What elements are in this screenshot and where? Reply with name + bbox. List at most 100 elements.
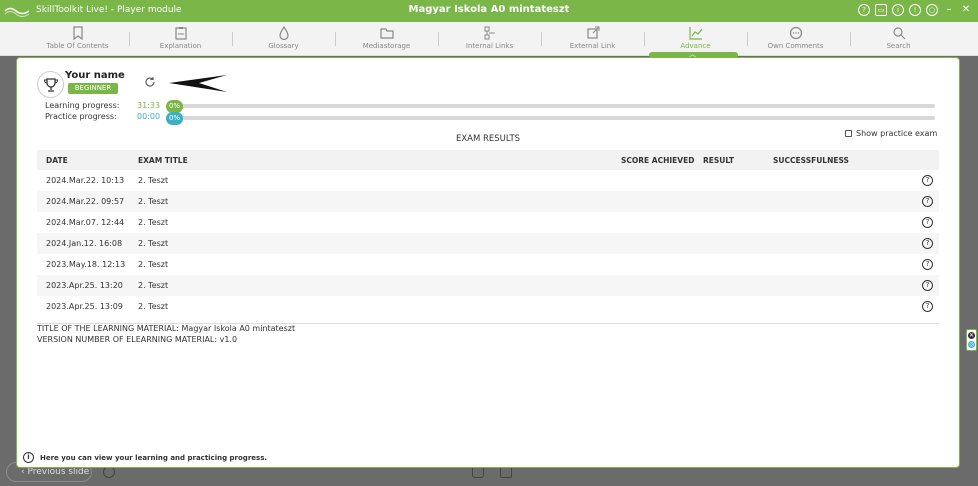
cell-score: [621, 254, 703, 275]
external-link-icon: [586, 26, 599, 39]
cell-exam-title: 2. Teszt: [138, 275, 621, 296]
cell-exam-title: 2. Teszt: [138, 218, 169, 227]
tool-explanation[interactable]: Explanation: [129, 24, 232, 50]
table-row[interactable]: 2024.Mar.22. 10:13 2. Teszt ?: [37, 170, 939, 191]
help-icon[interactable]: ?: [922, 259, 933, 270]
search-icon: [892, 27, 905, 40]
avatar: [37, 71, 64, 98]
col-exam-title[interactable]: EXAM TITLE: [138, 150, 621, 170]
cell-date: 2024.Mar.22. 10:13: [46, 176, 125, 185]
tool-label: Mediastorage: [362, 42, 411, 50]
help-icon[interactable]: ?: [922, 217, 933, 228]
cell-successfulness: [773, 191, 913, 212]
cell-score: [621, 212, 703, 233]
table-row[interactable]: 2023.Apr.25. 13:20 2. Teszt ?: [37, 275, 939, 296]
cell-result: [703, 170, 773, 191]
alert-icon[interactable]: !: [909, 4, 921, 16]
tool-label: Own Comments: [767, 42, 824, 50]
document-title: Magyar Iskola A0 mintateszt: [408, 4, 570, 15]
learning-progress-time: 31:33: [137, 101, 161, 110]
cell-score: [621, 233, 703, 254]
material-title: TITLE OF THE LEARNING MATERIAL: Magyar I…: [37, 324, 296, 333]
learning-progress-bar: [175, 104, 935, 108]
practice-progress-time: 00:00: [137, 112, 161, 121]
col-result[interactable]: RESULT: [703, 150, 773, 170]
learning-progress-label: Learning progress:: [45, 101, 120, 110]
cell-successfulness: [773, 296, 913, 317]
drop-icon: [278, 26, 289, 40]
table-header-row: DATE EXAM TITLE SCORE ACHIEVED RESULT SU…: [37, 150, 939, 170]
footer-note: i Here you can view your learning and pr…: [23, 452, 267, 463]
cell-score: [621, 275, 703, 296]
tool-advance[interactable]: Advance: [644, 24, 747, 50]
tool-label: Search: [886, 42, 911, 50]
cell-date: 2024.Mar.22. 09:57: [37, 191, 138, 212]
info-circle-icon[interactable]: i: [892, 4, 904, 16]
close-icon[interactable]: ✕: [960, 4, 972, 16]
cell-date: 2023.May.18. 12:13: [46, 260, 126, 269]
practice-progress-label: Practice progress:: [45, 112, 117, 121]
cell-exam-title: 2. Teszt: [138, 176, 169, 185]
side-panel-tab[interactable]: ✕ ◎: [966, 329, 977, 351]
link-flow-icon: [484, 26, 495, 40]
tool-own-comments[interactable]: Own Comments: [744, 24, 847, 50]
cell-exam-title: 2. Teszt: [138, 191, 621, 212]
help-icon[interactable]: ?: [922, 238, 933, 249]
help-icon[interactable]: ?: [922, 301, 933, 312]
cell-date: 2023.Apr.25. 13:09: [46, 302, 123, 311]
tool-label: Explanation: [159, 42, 202, 50]
table-row[interactable]: 2023.Apr.25. 13:09 2. Teszt ?: [37, 296, 939, 317]
progress-panel: Your name BEGINNER Learning progress: 31…: [16, 57, 960, 468]
col-successfulness[interactable]: SUCCESSFULNESS: [773, 150, 913, 170]
tool-mediastorage[interactable]: Mediastorage: [335, 24, 438, 50]
show-practice-label: Show practice exam: [856, 129, 938, 138]
refresh-icon[interactable]: [144, 76, 156, 88]
folder-icon: [379, 28, 394, 39]
cell-result: [703, 254, 773, 275]
table-row[interactable]: 2024.Mar.22. 09:57 2. Teszt ?: [37, 191, 939, 212]
cell-date: 2024.Mar.07. 12:44: [46, 218, 125, 227]
show-practice-checkbox[interactable]: [845, 130, 852, 137]
help-icon[interactable]: ?: [922, 196, 933, 207]
tool-internal-links[interactable]: Internal Links: [438, 24, 541, 50]
cell-result: [703, 275, 773, 296]
main-toolbar: Table Of Contents Explanation Glossary M…: [0, 22, 978, 56]
help-icon[interactable]: ?: [922, 280, 933, 291]
cell-score: [621, 170, 703, 191]
user-name: Your name: [65, 70, 125, 81]
cell-successfulness: [773, 275, 913, 296]
footer-note-text: Here you can view your learning and prac…: [40, 453, 268, 462]
cell-result: [703, 296, 773, 317]
close-icon[interactable]: ✕: [968, 332, 975, 339]
expand-icon[interactable]: ◎: [968, 341, 975, 348]
clipboard-icon: [174, 27, 187, 40]
trophy-icon: [43, 77, 58, 92]
tool-table-of-contents[interactable]: Table Of Contents: [26, 24, 129, 50]
cell-exam-title: 2. Teszt: [138, 260, 169, 269]
col-date[interactable]: DATE: [37, 150, 138, 170]
exam-results-title: EXAM RESULTS: [455, 134, 521, 144]
cell-result: [703, 233, 773, 254]
exam-results-table: DATE EXAM TITLE SCORE ACHIEVED RESULT SU…: [37, 150, 939, 317]
cell-successfulness: [773, 170, 913, 191]
tool-label: Glossary: [268, 42, 299, 50]
tool-search[interactable]: Search: [847, 24, 950, 50]
table-row[interactable]: 2024.Jan.12. 16:08 2. Teszt ?: [37, 233, 939, 254]
col-score[interactable]: SCORE ACHIEVED: [621, 150, 703, 170]
table-row[interactable]: 2023.May.18. 12:13 2. Teszt ?: [37, 254, 939, 275]
tool-external-link[interactable]: External Link: [541, 24, 644, 50]
print-icon[interactable]: ▭: [875, 4, 887, 16]
chat-icon[interactable]: ○: [926, 4, 938, 16]
cell-score: [621, 296, 703, 317]
help-icon[interactable]: ?: [922, 175, 933, 186]
tool-label: Advance: [680, 42, 711, 50]
help-icon[interactable]: ?: [858, 4, 870, 16]
cell-date: 2024.Jan.12. 16:08: [37, 233, 138, 254]
practice-progress-bar: [175, 116, 935, 120]
info-icon: i: [23, 452, 34, 463]
minimize-icon[interactable]: –: [943, 4, 955, 16]
tool-glossary[interactable]: Glossary: [232, 24, 335, 50]
tool-label: Internal Links: [465, 42, 514, 50]
show-practice-toggle[interactable]: Show practice exam: [845, 129, 937, 138]
table-row[interactable]: 2024.Mar.07. 12:44 2. Teszt ?: [37, 212, 939, 233]
